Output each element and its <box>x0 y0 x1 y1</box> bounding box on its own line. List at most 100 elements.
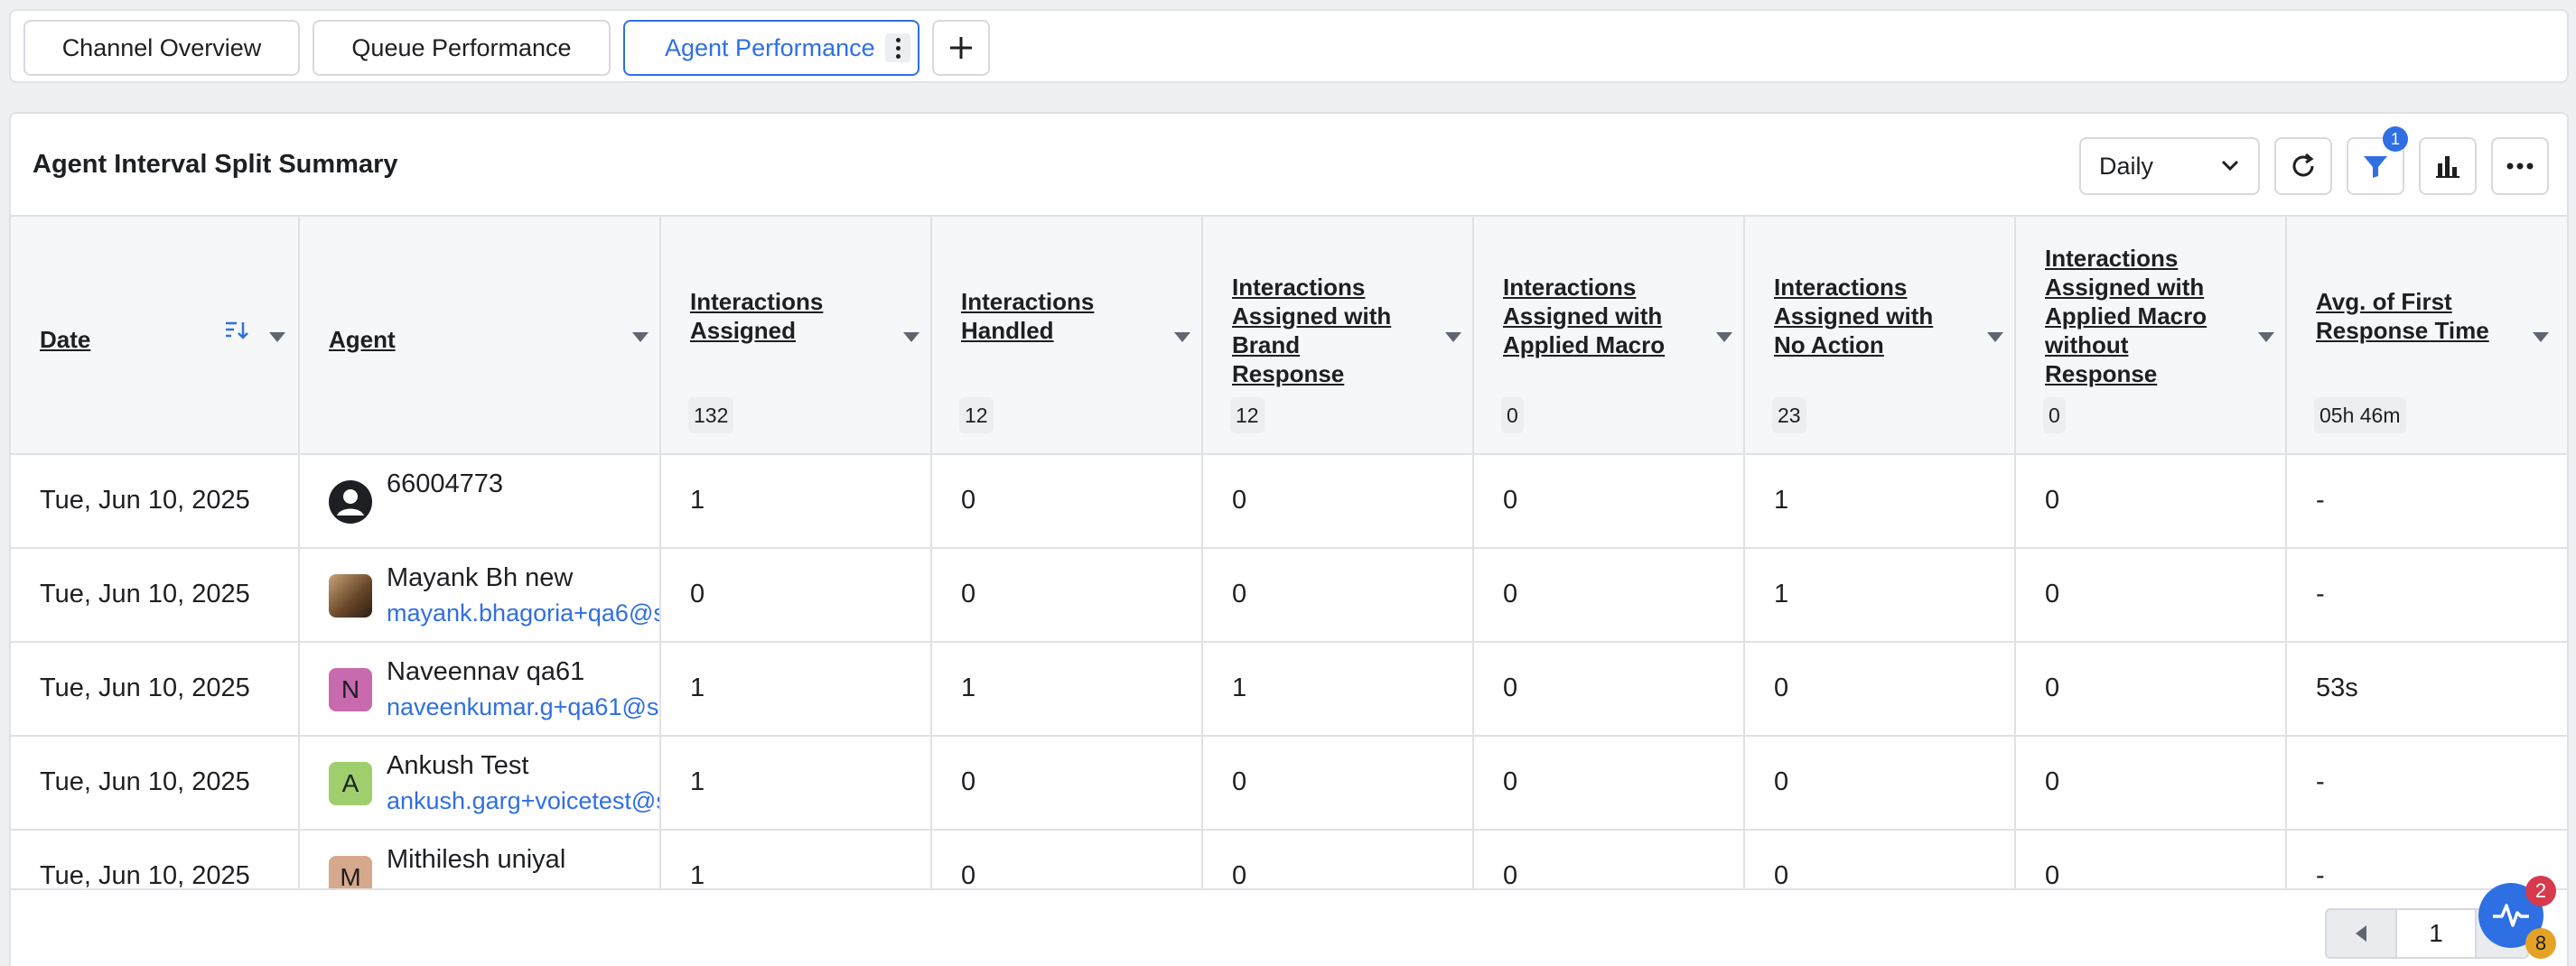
column-total: 132 <box>688 397 734 433</box>
cell-agent: Mayank Bh new mayank.bhagoria+qa6@s <box>300 549 661 643</box>
dashboard-tab-bar: Channel Overview Queue Performance Agent… <box>9 9 2569 83</box>
metric-value: 0 <box>2045 486 2060 515</box>
metric-value: 0 <box>690 580 705 608</box>
agent-email-link[interactable]: ankush.garg+voicetest@s <box>387 787 659 815</box>
tab-label: Channel Overview <box>61 33 262 61</box>
column-header-date[interactable]: Date <box>11 217 300 457</box>
metric-value: 1 <box>1774 580 1789 608</box>
column-total: 0 <box>2043 397 2066 433</box>
column-total: 0 <box>1501 397 1524 433</box>
cell-macro-no-response: 0 <box>2016 455 2287 549</box>
column-header-first-response-time[interactable]: Avg. of First Response Time 05h 46m <box>2287 217 2567 457</box>
cell-no-action: 1 <box>1745 549 2016 643</box>
column-menu-caret-icon[interactable] <box>1987 332 2003 342</box>
metric-value: 0 <box>2045 673 2060 702</box>
cell-handled: 0 <box>932 455 1203 549</box>
avatar: A <box>329 762 372 805</box>
metric-value: 0 <box>1503 861 1518 890</box>
cell-assigned: 1 <box>661 643 932 737</box>
column-header-applied-macro[interactable]: Interactions Assigned with Applied Macro… <box>1474 217 1745 457</box>
metric-value: 1 <box>961 673 976 702</box>
avatar <box>329 574 372 618</box>
column-menu-caret-icon[interactable] <box>632 332 649 342</box>
column-menu-caret-icon[interactable] <box>1716 332 1732 342</box>
agent-email-link[interactable]: naveenkumar.g+qa61@sp <box>387 693 659 721</box>
bar-chart-icon <box>2436 156 2459 178</box>
add-tab-button[interactable] <box>932 20 990 76</box>
column-header-macro-without-response[interactable]: Interactions Assigned with Applied Macro… <box>2016 217 2287 457</box>
tab-queue-performance[interactable]: Queue Performance <box>313 20 611 76</box>
metric-value: - <box>2316 861 2325 890</box>
column-menu-caret-icon[interactable] <box>269 332 285 342</box>
agent-name: 66004773 <box>387 469 504 498</box>
column-menu-caret-icon[interactable] <box>1445 332 1461 342</box>
table-row[interactable]: Tue, Jun 10, 2025 N Naveennav qa61 naveenku… <box>11 643 2567 737</box>
notification-badge: 2 <box>2525 876 2556 906</box>
interval-select[interactable]: Daily <box>2079 137 2260 195</box>
cell-no-action: 0 <box>1745 737 2016 831</box>
column-label: Avg. of First Response Time <box>2316 288 2489 344</box>
column-header-interactions-assigned[interactable]: Interactions Assigned 132 <box>661 217 932 457</box>
cell-assigned: 1 <box>661 455 932 549</box>
column-label: Interactions Assigned with Applied Macro <box>1503 274 1666 358</box>
more-options-button[interactable] <box>2491 137 2549 195</box>
column-header-interactions-handled[interactable]: Interactions Handled 12 <box>932 217 1203 457</box>
metric-value: - <box>2316 767 2325 796</box>
summary-table: Date Agent Interactions Assigned 132 Int… <box>11 215 2567 966</box>
tab-agent-performance[interactable]: Agent Performance <box>623 20 919 76</box>
cell-no-action: 1 <box>1745 455 2016 549</box>
widget-title: Agent Interval Split Summary <box>33 150 398 179</box>
column-header-brand-response[interactable]: Interactions Assigned with Brand Respons… <box>1203 217 1474 457</box>
cell-brand-response: 0 <box>1203 737 1474 831</box>
cell-macro-no-response: 0 <box>2016 643 2287 737</box>
date-text: Tue, Jun 10, 2025 <box>40 580 250 608</box>
column-menu-caret-icon[interactable] <box>2258 332 2274 342</box>
column-menu-caret-icon[interactable] <box>2533 332 2549 342</box>
refresh-button[interactable] <box>2274 137 2332 195</box>
sort-icon[interactable] <box>224 320 249 341</box>
agent-name: Mayank Bh new <box>387 563 574 592</box>
agent-email-link[interactable]: mayank.bhagoria+qa6@s <box>387 599 659 627</box>
metric-value: 0 <box>2045 580 2060 608</box>
date-text: Tue, Jun 10, 2025 <box>40 486 250 515</box>
metric-value: 0 <box>1503 580 1518 608</box>
date-text: Tue, Jun 10, 2025 <box>40 767 250 796</box>
table-row[interactable]: Tue, Jun 10, 2025 66004773 1 0 0 0 1 0 - <box>11 455 2567 549</box>
refresh-icon <box>2292 153 2314 177</box>
metric-value: 1 <box>1232 673 1247 702</box>
previous-page-button[interactable] <box>2325 908 2397 959</box>
metric-value: 0 <box>1774 767 1789 796</box>
column-label: Interactions Assigned with Applied Macro… <box>2045 245 2207 387</box>
cell-macro-no-response: 0 <box>2016 737 2287 831</box>
chevron-down-icon <box>2221 160 2239 172</box>
column-menu-caret-icon[interactable] <box>1174 332 1190 342</box>
agent-name: Ankush Test <box>387 751 529 780</box>
column-menu-caret-icon[interactable] <box>903 332 919 342</box>
metric-value: 0 <box>1503 486 1518 515</box>
cell-macro-no-response: 0 <box>2016 549 2287 643</box>
cell-brand-response: 0 <box>1203 549 1474 643</box>
column-label: Interactions Handled <box>961 288 1095 344</box>
tab-options-icon[interactable] <box>885 33 910 62</box>
column-total: 05h 46m <box>2314 397 2406 433</box>
cell-assigned: 0 <box>661 549 932 643</box>
column-header-agent[interactable]: Agent <box>300 217 661 457</box>
interval-select-value: Daily <box>2099 152 2154 180</box>
column-header-no-action[interactable]: Interactions Assigned with No Action 23 <box>1745 217 2016 457</box>
metric-value: 0 <box>1232 767 1247 796</box>
table-row[interactable]: Tue, Jun 10, 2025 Mayank Bh new mayank.bha… <box>11 549 2567 643</box>
cell-date: Tue, Jun 10, 2025 <box>11 737 300 831</box>
current-page[interactable]: 1 <box>2395 908 2477 959</box>
tab-channel-overview[interactable]: Channel Overview <box>23 20 300 76</box>
cell-date: Tue, Jun 10, 2025 <box>11 455 300 549</box>
cell-applied-macro: 0 <box>1474 643 1745 737</box>
cell-brand-response: 1 <box>1203 643 1474 737</box>
column-label: Interactions Assigned with Brand Respons… <box>1232 274 1392 387</box>
table-row[interactable]: Tue, Jun 10, 2025 A Ankush Test ankush.garg… <box>11 737 2567 831</box>
filter-button[interactable]: 1 <box>2347 126 2408 195</box>
chart-type-button[interactable] <box>2419 137 2477 195</box>
cell-brand-response: 0 <box>1203 455 1474 549</box>
cell-first-response: - <box>2287 737 2567 831</box>
metric-value: 53s <box>2316 673 2358 702</box>
metric-value: 1 <box>690 861 705 890</box>
